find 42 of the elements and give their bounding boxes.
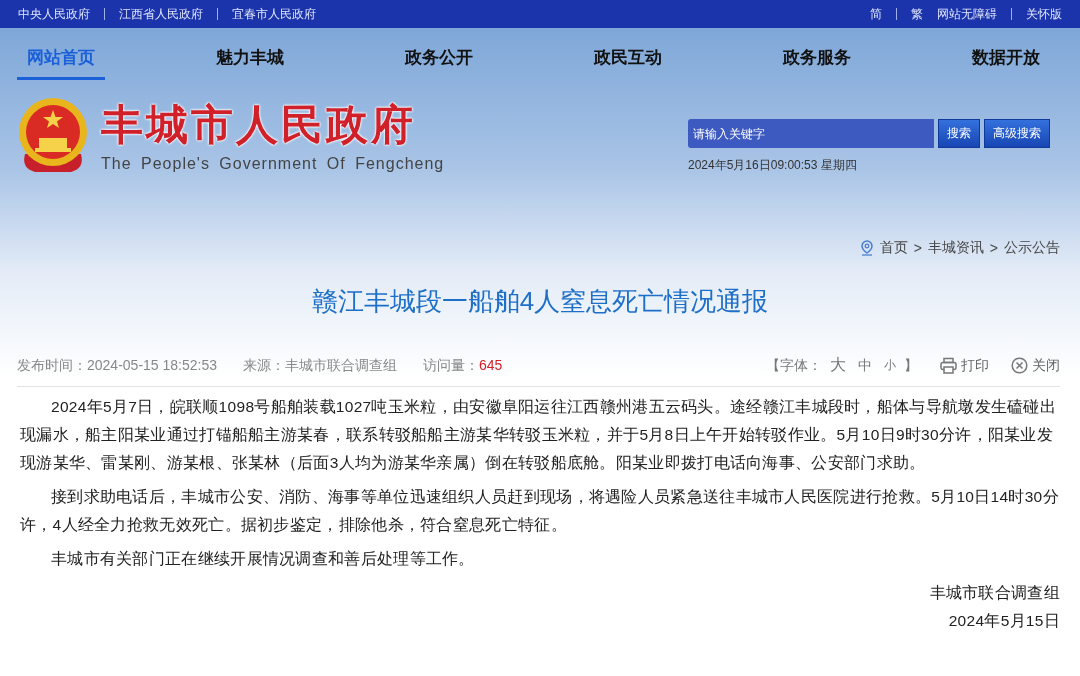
- font-size-option[interactable]: 小: [880, 357, 900, 374]
- nav-tab[interactable]: 政务服务: [773, 28, 861, 80]
- breadcrumb-separator: >: [989, 240, 998, 256]
- font-size-bracket: 】: [904, 356, 918, 375]
- search-field[interactable]: 请输入关键字: [688, 119, 934, 148]
- meta-info: 访问量：645: [423, 356, 503, 375]
- search-button[interactable]: 高级搜索: [984, 119, 1050, 148]
- top-link[interactable]: 简: [870, 5, 882, 23]
- location-icon: [859, 240, 874, 256]
- breadcrumb-link[interactable]: 首页: [879, 239, 908, 257]
- site-title: 丰城市人民政府: [101, 100, 417, 150]
- search-button[interactable]: 搜索: [938, 119, 980, 148]
- nav-tab[interactable]: 魅力丰城: [206, 28, 294, 80]
- article-paragraph: 2024年5月7日，皖联顺1098号船舶装载1027吨玉米粒，由安徽阜阳运往江西赣州港五云码头。途经赣江丰城段时，船体与导航墩发生磕碰出现漏水，船主阳某业通过打锚船船主游某春，联系转驳船船主游某华转驳玉米粒，并于5月8日上午开始转驳作业。5月10日9时30分许，阳某业发现游某华、雷某刚、游某根、张某林（后面3人均为游某华亲属）倒在转驳船底舱。阳某业即拨打电话向海事、公安部门求助。: [20, 397, 1058, 473]
- print-button[interactable]: 打印: [940, 356, 989, 375]
- article-date: 2024年5月15日: [947, 611, 1060, 631]
- font-size-option[interactable]: 中: [854, 356, 876, 375]
- article-paragraph: 接到求助电话后，丰城市公安、消防、海事等单位迅速组织人员赶到现场，将遇险人员紧急送往丰城市人民医院进行抢救。5月10日14时30分许，4人经全力抢救无效死亡。据初步鉴定，排除他杀，符合窒息死亡特征。: [20, 487, 1060, 535]
- breadcrumb-link[interactable]: 公示公告: [1004, 239, 1060, 257]
- article-title: 赣江丰城段一船舶4人窒息死亡情况通报: [310, 285, 770, 318]
- top-link[interactable]: 中央人民政府: [18, 5, 90, 23]
- article-paragraph: 丰城市有关部门正在继续开展情况调查和善后处理等工作。: [50, 549, 476, 569]
- breadcrumb-link[interactable]: 丰城资讯: [927, 239, 984, 257]
- font-size-option[interactable]: 大: [826, 355, 850, 376]
- meta-info: 发布时间：2024-05-15 18:52:53: [17, 356, 217, 375]
- site-subtitle: The People's Government Of Fengcheng: [101, 155, 445, 173]
- nav-tab[interactable]: 政务公开: [395, 28, 483, 80]
- top-link[interactable]: 江西省人民政府: [119, 5, 203, 23]
- article-signature: 丰城市联合调查组: [928, 583, 1060, 603]
- date-time: 2024年5月16日09:00:53 星期四: [688, 157, 858, 174]
- close-icon: [1011, 357, 1028, 374]
- nav-tab[interactable]: 政民互动: [584, 28, 672, 80]
- font-size-label: 【字体：: [766, 356, 822, 375]
- nav-tab[interactable]: 数据开放: [962, 28, 1050, 80]
- breadcrumb-separator: >: [913, 240, 922, 256]
- top-link[interactable]: 宜春市人民政府: [232, 5, 316, 23]
- top-link[interactable]: 关怀版: [1026, 5, 1062, 23]
- close-button[interactable]: 关闭: [1011, 356, 1060, 375]
- top-link[interactable]: 繁: [911, 5, 923, 23]
- printer-icon: [940, 357, 957, 374]
- meta-info: 来源：丰城市联合调查组: [243, 356, 397, 375]
- top-link[interactable]: 网站无障碍: [937, 5, 997, 23]
